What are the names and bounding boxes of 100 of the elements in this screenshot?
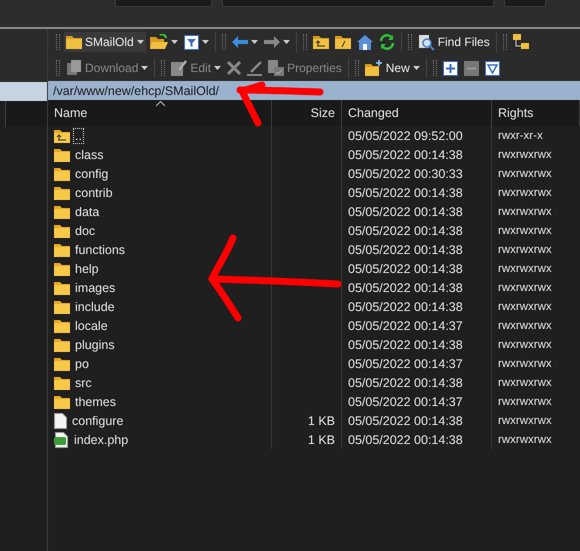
file-name[interactable]: configure <box>71 414 124 428</box>
changed-date: 05/05/2022 00:14:38 <box>348 280 463 294</box>
parent-directory-icon <box>312 35 329 49</box>
file-name[interactable]: help <box>74 262 100 276</box>
folder-icon <box>54 300 70 314</box>
file-name[interactable]: images <box>74 280 116 294</box>
plus-icon <box>442 60 458 76</box>
file-name[interactable]: config <box>74 166 110 180</box>
folder-icon <box>54 166 70 180</box>
rename-icon <box>247 60 262 76</box>
path-bar[interactable]: /var/www/new/ehcp/SMailOld/ <box>48 81 580 100</box>
search-icon <box>418 34 435 50</box>
file-rights: rwxrwxrwx <box>498 414 552 426</box>
column-header[interactable]: Name <box>48 100 272 126</box>
filter-icon <box>184 34 199 50</box>
file-name[interactable]: plugins <box>74 338 116 352</box>
location-dropdown[interactable]: SMailOld <box>64 32 146 52</box>
minus-icon <box>464 60 479 76</box>
file-rights: rwxrwxrwx <box>498 148 552 160</box>
changed-date: 05/05/2022 00:14:38 <box>348 376 463 390</box>
left-path-bar <box>0 82 47 101</box>
changed-date: 05/05/2022 00:14:38 <box>348 242 463 256</box>
changed-date: 05/05/2022 00:14:38 <box>348 414 463 428</box>
home-icon <box>356 34 373 50</box>
new-button[interactable]: New <box>362 57 422 79</box>
find-button[interactable]: Find Files <box>416 31 492 53</box>
documents-icon <box>66 60 82 76</box>
file-name[interactable]: include <box>74 300 116 314</box>
select-filter-icon <box>484 60 500 76</box>
php-file-icon <box>54 432 69 448</box>
folder-icon <box>54 262 70 276</box>
changed-date: 05/05/2022 00:14:38 <box>348 300 463 314</box>
changed-date: 05/05/2022 00:14:38 <box>348 204 463 218</box>
new-folder-icon <box>364 60 383 76</box>
file-size: 1 KB <box>308 432 335 446</box>
file-rights: rwxrwxrwx <box>498 434 552 446</box>
file-name[interactable]: themes <box>74 394 117 408</box>
changed-date: 05/05/2022 00:14:37 <box>348 356 463 370</box>
file-rights: rwxrwxrwx <box>498 262 552 274</box>
delete-icon <box>227 61 242 75</box>
file-rights: rwxrwxrwx <box>498 168 552 180</box>
folder-icon <box>54 242 70 256</box>
folder-icon <box>54 280 70 294</box>
root-directory-icon <box>334 35 351 49</box>
tree-icon <box>512 34 530 50</box>
sort-icon <box>156 101 165 106</box>
file-name[interactable]: contrib <box>74 186 114 200</box>
file-rights: rwxrwxrwx <box>498 244 552 256</box>
file-name[interactable]: data <box>74 204 100 218</box>
folder-icon <box>54 204 70 218</box>
changed-date: 05/05/2022 00:14:38 <box>348 262 463 276</box>
column-header[interactable]: Rights <box>492 100 580 126</box>
changed-date: 05/05/2022 00:14:38 <box>348 338 463 352</box>
changed-date: 05/05/2022 00:14:38 <box>348 224 463 238</box>
properties-icon <box>268 60 284 76</box>
file-rights: rwxrwxrwx <box>498 206 552 218</box>
file-name[interactable]: index.php <box>73 432 130 446</box>
changed-date: 05/05/2022 00:14:38 <box>348 148 463 162</box>
back-arrow-icon <box>232 36 248 48</box>
top-panel <box>504 0 546 7</box>
file-rights: rwxrwxrwx <box>498 396 552 408</box>
file-name[interactable]: po <box>74 356 90 370</box>
file-icon <box>54 412 67 428</box>
file-rights: rwxrwxrwx <box>498 224 552 236</box>
folder-icon <box>54 376 70 390</box>
file-name[interactable]: class <box>74 148 104 162</box>
changed-date: 05/05/2022 00:14:38 <box>348 432 463 446</box>
file-name[interactable]: src <box>74 376 93 390</box>
changed-date: 05/05/2022 09:52:00 <box>348 128 463 142</box>
column-header[interactable]: Changed <box>342 100 492 126</box>
file-name[interactable]: .. <box>74 128 83 142</box>
column-header[interactable]: Size <box>272 100 342 126</box>
edit-icon <box>171 60 188 76</box>
file-rights: rwxrwxrwx <box>498 338 552 350</box>
folder-icon <box>54 356 70 370</box>
file-rights: rwxrwxrwx <box>498 300 552 312</box>
changed-date: 05/05/2022 00:14:37 <box>348 318 463 332</box>
changed-date: 05/05/2022 00:30:33 <box>348 166 463 180</box>
forward-arrow-icon <box>264 36 280 48</box>
file-name[interactable]: functions <box>74 242 126 256</box>
location-text: SMailOld <box>85 35 134 49</box>
folder-icon <box>54 224 70 238</box>
parent-folder-icon <box>54 128 70 142</box>
changed-date: 05/05/2022 00:14:37 <box>348 394 463 408</box>
file-size: 1 KB <box>308 414 335 428</box>
file-name[interactable]: doc <box>74 224 96 238</box>
file-name[interactable]: locale <box>74 318 109 332</box>
file-rights: rwxrwxrwx <box>498 320 552 332</box>
folder-icon <box>54 148 70 162</box>
path-text: /var/www/new/ehcp/SMailOld/ <box>53 84 220 98</box>
folder-icon <box>66 35 82 49</box>
file-rights: rwxr-xr-x <box>498 130 543 142</box>
file-rights: rwxrwxrwx <box>498 376 552 388</box>
file-rights: rwxrwxrwx <box>498 282 552 294</box>
folder-icon <box>54 186 70 200</box>
caret-icon <box>136 40 144 44</box>
refresh-icon <box>378 34 395 50</box>
folder-icon <box>54 338 70 352</box>
file-rights: rwxrwxrwx <box>498 186 552 198</box>
changed-date: 05/05/2022 00:14:38 <box>348 186 463 200</box>
